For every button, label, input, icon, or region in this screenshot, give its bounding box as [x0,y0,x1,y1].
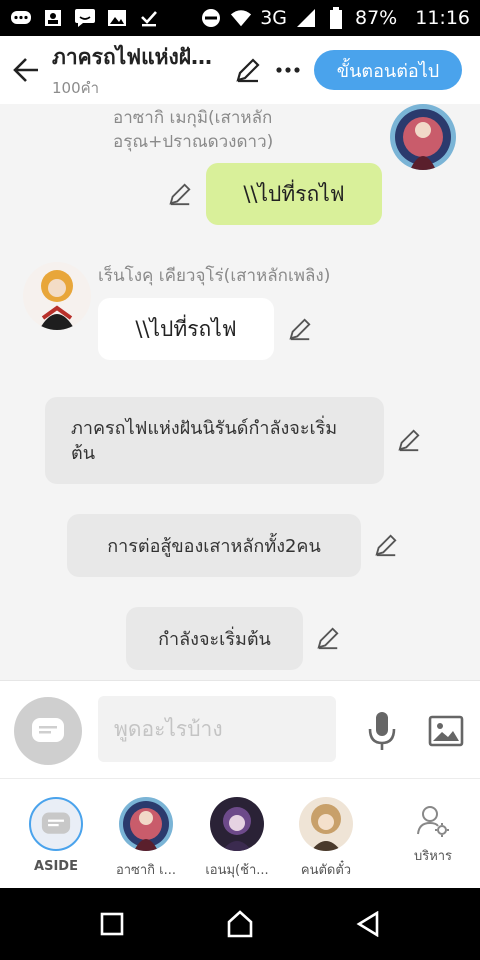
pencil-icon [236,58,260,83]
system-nav-bar [0,888,480,960]
character-label: เอนมุ(ช้า... [205,863,269,878]
character-bar: ASIDE อาซากิ เ... เอนมุ(ช้า... คนตัดตั๋ว… [0,778,480,888]
manage-characters-button[interactable]: บริหาร [388,801,478,866]
back-button[interactable] [0,36,52,104]
more-button[interactable] [268,50,308,90]
aside-message-icon [32,718,64,742]
edit-narration-button[interactable] [396,427,422,453]
pencil-icon [398,429,420,452]
character-aside[interactable]: ASIDE [11,797,101,874]
back-nav-button[interactable] [348,904,388,944]
message-bubble[interactable]: \\ไปที่รถไฟ [98,298,274,360]
header: ภาครถไฟแห่งฝันนิรันดร์ 100คำ ขั้นตอนต่อไ… [0,36,480,104]
messages-icon [10,8,32,28]
do-not-disturb-icon [200,8,222,28]
next-step-button[interactable]: ขั้นตอนต่อไป [314,50,462,90]
word-count: 100คำ [52,78,100,97]
edit-narration-button[interactable] [315,625,341,651]
download-done-icon [138,8,160,28]
avatar[interactable] [23,262,91,330]
avatar [119,797,173,851]
title-block: ภาครถไฟแห่งฝันนิรันดร์ 100คำ [52,41,222,100]
battery-percent: 87% [355,7,398,29]
user-icon [42,8,64,28]
narration-text: การต่อสู้ของเสาหลักทั้ง2คน [107,536,321,557]
wifi-icon [230,8,252,28]
narration-text: กำลังจะเริ่มต้น [158,629,271,650]
more-horizontal-icon [276,67,300,73]
chat-area[interactable]: อาซากิ เมกุมิ(เสาหลักอรุณ+ปราณดวงดาว) \\… [0,104,480,680]
edit-message-button[interactable] [287,316,313,342]
network-type: 3G [260,7,287,29]
arrow-left-icon [13,58,38,82]
image-icon [428,715,464,747]
character-label: บริหาร [413,849,453,864]
speaker-name: อาซากิ เมกุมิ(เสาหลักอรุณ+ปราณดวงดาว) [113,108,274,152]
avatar[interactable] [390,104,456,170]
character-label: คนตัดตั๋ว [300,863,352,878]
signal-icon [295,8,317,28]
character-label: อาซากิ เ... [115,863,177,878]
voice-input-button[interactable] [362,709,402,753]
narration-bubble[interactable]: การต่อสู้ของเสาหลักทั้ง2คน [67,514,361,577]
pencil-icon [375,534,397,557]
narration-text: ภาครถไฟแห่งฝันนิรันด์กำลังจะเริ่มต้น [71,417,338,464]
edit-title-button[interactable] [228,50,268,90]
character-item[interactable]: อาซากิ เ... [101,797,191,880]
chat-icon [74,8,96,28]
avatar [210,797,264,851]
edit-narration-button[interactable] [373,532,399,558]
triangle-back-icon [356,911,379,937]
message-bubble-own[interactable]: \\ไปที่รถไฟ [206,163,382,225]
square-icon [100,912,124,936]
character-item[interactable]: คนตัดตั๋ว [281,797,371,880]
message-input[interactable] [98,696,336,762]
aside-toggle-button[interactable] [14,697,82,765]
edit-message-button[interactable] [167,181,193,207]
recents-button[interactable] [92,904,132,944]
avatar [299,797,353,851]
image-button[interactable] [426,711,466,751]
narration-bubble[interactable]: กำลังจะเริ่มต้น [126,607,303,670]
home-icon [227,910,253,938]
narration-bubble[interactable]: ภาครถไฟแห่งฝันนิรันด์กำลังจะเริ่มต้น [45,397,384,484]
gallery-icon [106,8,128,28]
aside-avatar [29,797,83,851]
story-title[interactable]: ภาครถไฟแห่งฝันนิรันดร์ [52,41,222,74]
character-item[interactable]: เอนมุ(ช้า... [192,797,282,880]
speaker-name: เร็นโงคุ เคียวจุโร่(เสาหลักเพลิง) [98,266,331,286]
pencil-icon [169,183,191,206]
battery-icon [325,7,347,29]
pencil-icon [317,627,339,650]
pencil-icon [289,318,311,341]
status-bar: 3G 87% 11:16 [0,0,480,36]
character-label: ASIDE [34,859,78,874]
manage-user-icon [413,801,453,841]
aside-message-icon [41,812,71,834]
input-bar [0,680,480,778]
microphone-icon [368,712,396,750]
home-button[interactable] [220,904,260,944]
clock: 11:16 [415,7,470,29]
